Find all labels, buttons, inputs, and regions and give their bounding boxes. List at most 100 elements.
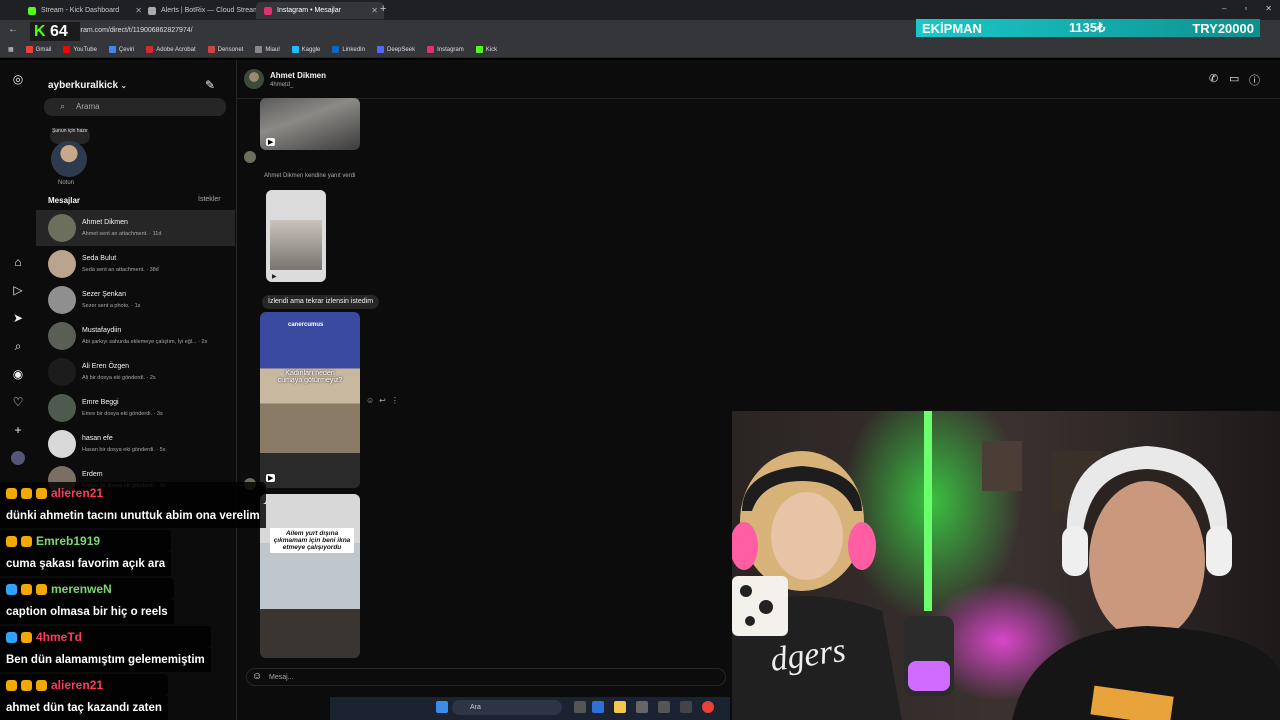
tab-instagram[interactable]: Instagram • Mesajlar ✕ [256, 2, 384, 19]
profile-avatar[interactable] [11, 451, 25, 465]
sender-avatar [244, 151, 256, 163]
video-call-icon[interactable]: ▭ [1229, 72, 1239, 85]
requests-link[interactable]: İstekler [198, 196, 221, 203]
create-icon[interactable]: + [11, 423, 25, 437]
chat-overlay-header: merenweN [0, 578, 174, 600]
conversation-item[interactable]: Seda Bulut Seda sent an attachment. · 38d [36, 246, 235, 282]
reels-icon[interactable]: ▷ [11, 283, 25, 297]
messages-icon[interactable]: ➤ [11, 311, 25, 325]
new-tab-icon[interactable]: + [380, 3, 386, 15]
webcam-image: dgers [732, 411, 1280, 720]
chat-badge-icon [6, 583, 17, 595]
conversation-item[interactable]: hasan efe Hasan bir dosya eki gönderdi. ·… [36, 426, 235, 462]
chrome-icon[interactable] [702, 701, 714, 713]
chat-contact-username: 4hmetd_ [270, 82, 294, 88]
chat-contact-name[interactable]: Ahmet Dikmen [270, 71, 326, 80]
conversation-item[interactable]: Ahmet Dikmen Ahmet sent an attachment. · … [36, 210, 235, 246]
bookmark-miaul[interactable]: Miaul [255, 45, 280, 53]
bookmark-kaggle[interactable]: Kaggle [291, 45, 320, 53]
close-window-icon[interactable]: ✕ [1265, 4, 1272, 13]
explore-icon[interactable]: ◉ [11, 367, 25, 381]
conversation-avatar [48, 394, 76, 422]
chat-badge-icon [6, 535, 17, 547]
conversation-name: hasan efe [82, 435, 113, 442]
chat-overlay-header: alieren21 [0, 674, 168, 696]
reel-attachment-2[interactable]: Ailem yurt dışına çıkmamam için beni ikn… [260, 494, 360, 658]
store-icon[interactable] [658, 701, 670, 713]
chat-username: merenweN [51, 582, 112, 596]
bookmark-linkedin[interactable]: LinkedIn [332, 45, 365, 53]
chat-message-text: dünki ahmetin tacını unuttuk abim ona ve… [0, 504, 266, 528]
conversation-preview: Ali bir dosya eki gönderdi. · 2s [82, 375, 156, 381]
emoji-react-icon[interactable]: ☺ [366, 396, 374, 405]
account-username[interactable]: ayberkuralkick ⌄ [48, 80, 127, 91]
apps-icon[interactable]: ▦ [8, 46, 14, 53]
conversation-item[interactable]: Mustafaydiin Abi şarkıyı sahurda eklemeye… [36, 318, 235, 354]
new-message-icon[interactable]: ✎ [205, 78, 215, 92]
conversation-item[interactable]: Emre Beggi Emre bir dosya eki gönderdi. ·… [36, 390, 235, 426]
conversation-preview: Sezer sent a photo. · 1s [82, 303, 141, 309]
bookmarks-bar: ▦ Gmail YouTube Çeviri Adobe Acrobat Den… [0, 42, 1280, 58]
message-actions: ☺ ↩ ⋮ [366, 396, 399, 405]
conversation-item[interactable]: Ali Eren Özgen Ali bir dosya eki gönderdi… [36, 354, 235, 390]
conversation-preview: Abi şarkıyı sahurda eklemeye çalıştım, İ… [82, 339, 208, 345]
conversation-name: Seda Bulut [82, 255, 117, 262]
conversation-preview: Emre bir dosya eki gönderdi. · 3s [82, 411, 163, 417]
chat-message-text: caption olmasa bir hiç o reels [0, 600, 174, 624]
home-icon[interactable]: ⌂ [11, 255, 25, 269]
search-icon: ⌕ [60, 101, 66, 111]
note-avatar[interactable] [51, 141, 87, 177]
bookmark-kick[interactable]: Kick [475, 45, 497, 53]
conversation-avatar [48, 250, 76, 278]
bookmark-youtube[interactable]: YouTube [63, 45, 97, 53]
emoji-icon[interactable]: ☺ [252, 671, 262, 682]
windows-start-icon[interactable] [436, 701, 448, 713]
more-icon[interactable]: ⋮ [391, 396, 399, 405]
conversation-item[interactable]: Sezer Şenkan Sezer sent a photo. · 1s [36, 282, 235, 318]
maximize-icon[interactable]: ▫ [1244, 4, 1247, 13]
heart-icon[interactable]: ♡ [11, 395, 25, 409]
tab-kick-dashboard[interactable]: Stream - Kick Dashboard ✕ [20, 2, 148, 19]
chat-badge-icon [36, 583, 47, 595]
minimize-icon[interactable]: – [1222, 4, 1226, 13]
reel-attachment-1[interactable]: canercumus Kadınları neden cumaya götürm… [260, 312, 360, 488]
task-view-icon[interactable] [574, 701, 586, 713]
bookmark-ceviri[interactable]: Çeviri [108, 45, 134, 53]
back-icon[interactable]: ← [8, 24, 18, 35]
tab-botrix-alerts[interactable]: Alerts | BotRix — Cloud Stream✕ [140, 2, 268, 19]
chat-badge-icon [6, 487, 17, 499]
chat-avatar[interactable] [244, 69, 264, 89]
chat-badge-icon [21, 631, 32, 643]
info-icon[interactable]: ⓘ [1249, 72, 1260, 88]
bookmark-deepseek[interactable]: DeepSeek [377, 45, 415, 53]
chat-username: 4hmeTd [36, 630, 83, 644]
bookmark-densonet[interactable]: Densonet [207, 45, 243, 53]
file-explorer-icon[interactable] [614, 701, 626, 713]
bookmark-instagram[interactable]: Instagram [427, 45, 464, 53]
instagram-logo-icon[interactable]: ◎ [11, 72, 25, 86]
bookmark-acrobat[interactable]: Adobe Acrobat [146, 45, 196, 53]
message-input[interactable]: Mesaj... [246, 668, 726, 686]
reply-label: Ahmet Dikmen kendine yanıt verdi [264, 173, 356, 179]
edge-icon[interactable] [592, 701, 604, 713]
reply-attachment-thumbnail[interactable]: ▶ [266, 190, 326, 282]
phone-icon[interactable]: ✆ [1209, 72, 1218, 85]
chat-overlay-header: 4hmeTd [0, 626, 211, 648]
app-icon[interactable] [680, 701, 692, 713]
bookmark-gmail[interactable]: Gmail [25, 45, 51, 53]
chat-overlay-message: Emreb1919 cuma şakası favorim açık ara [0, 530, 172, 576]
attachment-video-thumbnail[interactable]: ▶ [260, 98, 360, 150]
search-icon[interactable]: ⌕ [11, 339, 25, 353]
taskbar-search[interactable]: Ara [452, 700, 562, 715]
text-message-bubble[interactable]: İzlendi ama tekrar izlensin istedim [262, 295, 380, 309]
chat-badge-icon [21, 487, 32, 499]
window-controls: – ▫ ✕ [1222, 4, 1272, 13]
goal-target: TRY20000 [1192, 20, 1254, 36]
note-label: Notun [58, 180, 75, 186]
search-input[interactable]: Arama [44, 98, 226, 116]
close-icon[interactable]: ✕ [371, 6, 378, 15]
conversation-name: Mustafaydiin [82, 327, 122, 334]
chat-username: alieren21 [51, 486, 104, 500]
reply-icon[interactable]: ↩ [379, 396, 386, 405]
settings-icon[interactable] [636, 701, 648, 713]
